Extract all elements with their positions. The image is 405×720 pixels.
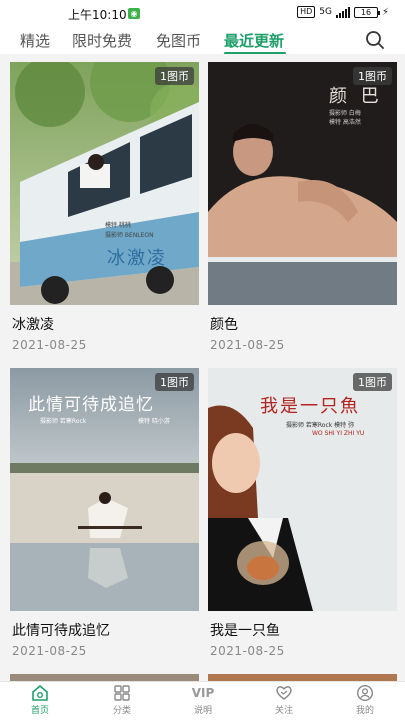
search-icon[interactable] (365, 30, 385, 50)
grid-icon (114, 685, 130, 701)
nav-label: 分类 (112, 706, 131, 716)
album-cover[interactable]: 1图币 颜 巴 摄影师 白梅 模特 高浩然 (208, 62, 397, 305)
album-title[interactable]: 此情可待成追忆 (12, 620, 110, 640)
album-date: 2021-08-25 (210, 644, 285, 658)
album-title[interactable]: 冰激凌 (12, 314, 54, 334)
charging-icon: ⚡ (381, 6, 389, 18)
nav-category[interactable]: 分类 (92, 684, 152, 716)
home-icon (32, 685, 48, 701)
tab-recent-updates[interactable]: 最近更新 (224, 30, 284, 51)
album-title[interactable]: 颜色 (210, 314, 238, 334)
album-grid: 1图币 模特 桃桃 摄影师 BENLEON 冰激凌 冰激凌 2021-08-25… (0, 54, 405, 684)
signal-icon (335, 6, 350, 18)
bottom-navigation: 首页 分类 VIP 说明 关注 我的 (0, 681, 405, 720)
cover-credit-photographer: 摄影师 若寒Rock (40, 418, 87, 425)
cover-title: 冰激凌 (107, 248, 167, 269)
cover-credit-model: 模特 桃桃 (105, 222, 131, 229)
cover-credit-photographer: 摄影师 白梅 (329, 110, 361, 117)
cover-credit-photographer: 摄影师 BENLEON (105, 232, 154, 239)
price-badge: 1图币 (155, 373, 194, 391)
nav-follow[interactable]: 关注 (254, 684, 314, 716)
cover-credit-model: 模特 高浩然 (329, 119, 361, 126)
status-bar: 上午10:10 ◉ HD 5G 16 ⚡ (0, 0, 405, 28)
nav-label: 关注 (274, 706, 293, 716)
battery-icon: 16 (353, 6, 380, 18)
category-tabs: 精选 限时免费 免图币 最近更新 (0, 28, 405, 55)
nav-profile[interactable]: 我的 (335, 684, 395, 716)
user-icon (356, 684, 374, 702)
cover-title: 颜 巴 (329, 86, 383, 107)
nav-vip-info[interactable]: VIP 说明 (173, 684, 233, 716)
album-cover[interactable]: 1图币 模特 桃桃 摄影师 BENLEON 冰激凌 (10, 62, 199, 305)
nav-label: 说明 (193, 706, 212, 716)
vip-icon: VIP (191, 686, 215, 700)
album-date: 2021-08-25 (12, 644, 87, 658)
status-time: 上午10:10 (68, 8, 127, 22)
nav-label: 首页 (30, 706, 49, 716)
cover-subtitle: WO SHI YI ZHI YU (312, 430, 365, 437)
album-card[interactable]: 1图币 模特 桃桃 摄影师 BENLEON 冰激凌 冰激凌 2021-08-25 (10, 62, 199, 362)
tab-no-coin[interactable]: 免图币 (156, 30, 201, 51)
price-badge: 1图币 (353, 373, 392, 391)
cover-title: 我是一只魚 (260, 396, 360, 417)
heart-icon (276, 686, 292, 700)
system-icons: HD 5G 16 ⚡ (297, 6, 389, 18)
tab-limited-free[interactable]: 限时免费 (72, 30, 132, 51)
nav-home[interactable]: 首页 (10, 684, 70, 716)
album-cover[interactable]: 1图币 我是一只魚 摄影师 若寒Rock 模特 弥 WO SHI YI ZHI … (208, 368, 397, 611)
tab-featured[interactable]: 精选 (20, 30, 50, 51)
cover-credit-photographer: 摄影师 若寒Rock 模特 弥 (286, 422, 355, 429)
album-date: 2021-08-25 (210, 338, 285, 352)
nav-label: 我的 (355, 706, 374, 716)
album-card[interactable]: 1图币 我是一只魚 摄影师 若寒Rock 模特 弥 WO SHI YI ZHI … (208, 368, 397, 668)
wechat-icon: ◉ (128, 8, 140, 19)
hd-icon: HD (297, 6, 316, 18)
network-label: 5G (319, 7, 332, 17)
cover-credit-model: 模特 晓小游 (138, 418, 170, 425)
album-cover[interactable]: 1图币 此情可待成追忆 摄影师 若寒Rock 模特 晓小游 (10, 368, 199, 611)
album-title[interactable]: 我是一只鱼 (210, 620, 280, 640)
price-badge: 1图币 (155, 67, 194, 85)
cover-image (10, 62, 199, 305)
album-card[interactable]: 1图币 颜 巴 摄影师 白梅 模特 高浩然 颜色 2021-08-25 (208, 62, 397, 362)
cover-title: 此情可待成追忆 (28, 395, 154, 415)
album-date: 2021-08-25 (12, 338, 87, 352)
album-card[interactable]: 1图币 此情可待成追忆 摄影师 若寒Rock 模特 晓小游 此情可待成追忆 20… (10, 368, 199, 668)
